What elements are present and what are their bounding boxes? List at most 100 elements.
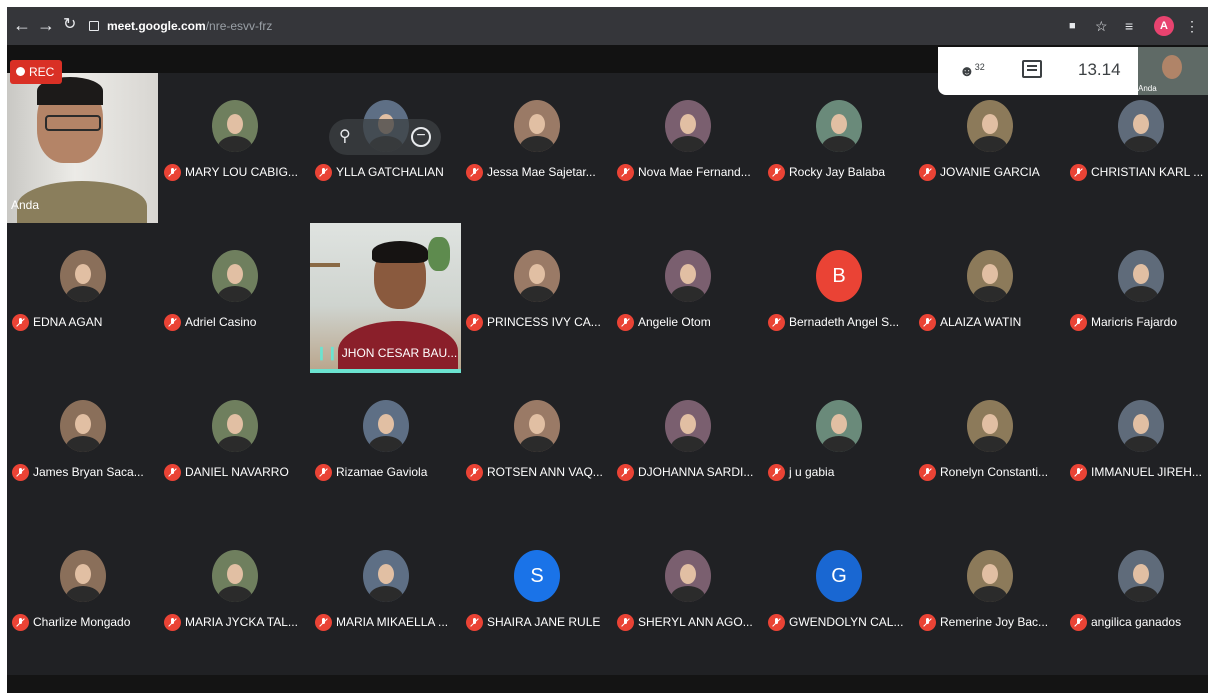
mic-muted-icon	[919, 463, 936, 481]
participant-name: PRINCESS IVY CA...	[487, 315, 601, 329]
participant-label: Anda	[7, 195, 158, 215]
tile-hover-controls: ⚲ −	[329, 119, 441, 155]
reload-icon[interactable]: ↻	[63, 16, 76, 34]
media-queue-icon[interactable]: ≡	[1125, 17, 1133, 35]
participant-tile[interactable]: ROTSEN ANN VAQ...	[461, 373, 612, 523]
participant-tile[interactable]: Charlize Mongado	[7, 523, 158, 673]
participant-tile[interactable]: James Bryan Saca...	[7, 373, 158, 523]
participant-tile[interactable]: B Bernadeth Angel S...	[763, 223, 914, 373]
participant-name: JHON CESAR BAU...	[341, 346, 458, 360]
mic-muted-icon	[466, 163, 483, 181]
participant-tile[interactable]: IMMANUEL JIREH...	[1065, 373, 1208, 523]
people-button[interactable]: ☻32	[959, 62, 985, 80]
bookmark-star-icon[interactable]: ☆	[1095, 17, 1108, 35]
avatar	[665, 100, 711, 152]
participant-label: IMMANUEL JIREH...	[1065, 462, 1208, 482]
avatar	[212, 400, 258, 452]
letter-avatar: S	[514, 550, 560, 602]
participant-label: MARIA JYCKA TAL...	[159, 612, 310, 632]
mic-muted-icon	[164, 163, 181, 181]
participant-name: Maricris Fajardo	[1091, 315, 1178, 329]
participant-label: ❙❙ JHON CESAR BAU...	[310, 343, 461, 363]
avatar	[363, 550, 409, 602]
participant-tile[interactable]: Adriel Casino	[159, 223, 310, 373]
mic-muted-icon	[768, 313, 785, 331]
participant-tile[interactable]: Nova Mae Fernand...	[612, 73, 763, 223]
address-bar[interactable]: meet.google.com/nre-esvv-frz	[89, 15, 289, 37]
participant-tile[interactable]: DANIEL NAVARRO	[159, 373, 310, 523]
participant-tile[interactable]: G GWENDOLYN CAL...	[763, 523, 914, 673]
participant-tile[interactable]: ⚲ − YLLA GATCHALIAN	[310, 73, 461, 223]
participant-tile[interactable]: ALAIZA WATIN	[914, 223, 1065, 373]
participant-tile[interactable]: Anda	[7, 73, 158, 223]
mic-muted-icon	[12, 313, 29, 331]
participant-label: Bernadeth Angel S...	[763, 312, 914, 332]
meeting-controls-panel: ☻32 13.14 Anda	[938, 47, 1208, 95]
participant-name: Charlize Mongado	[33, 615, 131, 629]
participant-name: DJOHANNA SARDI...	[638, 465, 754, 479]
avatar	[514, 400, 560, 452]
participant-tile[interactable]: EDNA AGAN	[7, 223, 158, 373]
participant-name: GWENDOLYN CAL...	[789, 615, 904, 629]
mic-muted-icon	[617, 313, 634, 331]
mic-muted-icon	[315, 163, 332, 181]
participant-tile[interactable]: Rocky Jay Balaba	[763, 73, 914, 223]
participant-label: SHERYL ANN AGO...	[612, 612, 763, 632]
participant-tile[interactable]: MARY LOU CABIG...	[159, 73, 310, 223]
participant-tile[interactable]: JOVANIE GARCIA	[914, 73, 1065, 223]
participant-tile[interactable]: Angelie Otom	[612, 223, 763, 373]
mic-muted-icon	[315, 613, 332, 631]
mic-muted-icon	[617, 163, 634, 181]
self-view-thumbnail[interactable]: Anda	[1138, 47, 1208, 95]
letter-avatar: B	[816, 250, 862, 302]
participant-tile[interactable]: Ronelyn Constanti...	[914, 373, 1065, 523]
mic-muted-icon	[1070, 313, 1087, 331]
participant-label: ALAIZA WATIN	[914, 312, 1065, 332]
participant-tile[interactable]: MARIA JYCKA TAL...	[159, 523, 310, 673]
avatar	[212, 100, 258, 152]
participant-name: Adriel Casino	[185, 315, 257, 329]
participant-name: SHAIRA JANE RULE	[487, 615, 601, 629]
letter-avatar: G	[816, 550, 862, 602]
participant-tile[interactable]: SHERYL ANN AGO...	[612, 523, 763, 673]
avatar	[1118, 400, 1164, 452]
participant-label: Remerine Joy Bac...	[914, 612, 1065, 632]
mic-muted-icon	[617, 463, 634, 481]
participant-tile[interactable]: j u gabia	[763, 373, 914, 523]
pin-icon[interactable]: ⚲	[339, 126, 351, 146]
record-dot-icon	[16, 67, 25, 77]
participant-count: 32	[974, 62, 985, 72]
participant-tile[interactable]: DJOHANNA SARDI...	[612, 373, 763, 523]
participant-tile[interactable]: MARIA MIKAELLA ...	[310, 523, 461, 673]
back-arrow-icon[interactable]: ←	[13, 16, 31, 34]
kebab-menu-icon[interactable]: ⋮	[1185, 17, 1199, 35]
participant-label: CHRISTIAN KARL ...	[1065, 162, 1208, 182]
avatar	[967, 100, 1013, 152]
participant-tile[interactable]: CHRISTIAN KARL ...	[1065, 73, 1208, 223]
avatar	[816, 100, 862, 152]
chat-icon[interactable]	[1022, 60, 1042, 78]
camera-indicator-icon[interactable]: ■	[1069, 17, 1076, 35]
participant-tile[interactable]: ❙❙ JHON CESAR BAU...	[310, 223, 461, 373]
participant-tile[interactable]: Remerine Joy Bac...	[914, 523, 1065, 673]
profile-avatar[interactable]: A	[1154, 16, 1174, 36]
participant-name: MARIA MIKAELLA ...	[336, 615, 449, 629]
participant-tile[interactable]: angilica ganados	[1065, 523, 1208, 673]
participant-tile[interactable]: Rizamae Gaviola	[310, 373, 461, 523]
remove-icon[interactable]: −	[411, 127, 431, 147]
participant-name: Rocky Jay Balaba	[789, 165, 886, 179]
participant-name: SHERYL ANN AGO...	[638, 615, 753, 629]
participant-tile[interactable]: PRINCESS IVY CA...	[461, 223, 612, 373]
participant-label: Rizamae Gaviola	[310, 462, 461, 482]
participant-tile[interactable]: Maricris Fajardo	[1065, 223, 1208, 373]
lock-icon	[89, 20, 99, 31]
avatar	[212, 250, 258, 302]
mic-muted-icon	[1070, 613, 1087, 631]
participant-tile[interactable]: Jessa Mae Sajetar...	[461, 73, 612, 223]
forward-arrow-icon[interactable]: →	[37, 16, 55, 34]
mic-muted-icon	[768, 463, 785, 481]
mic-muted-icon	[1070, 463, 1087, 481]
participant-name: Remerine Joy Bac...	[940, 615, 1049, 629]
browser-toolbar: ← → ↻ meet.google.com/nre-esvv-frz ■ ☆ ≡…	[7, 7, 1208, 45]
participant-tile[interactable]: S SHAIRA JANE RULE	[461, 523, 612, 673]
